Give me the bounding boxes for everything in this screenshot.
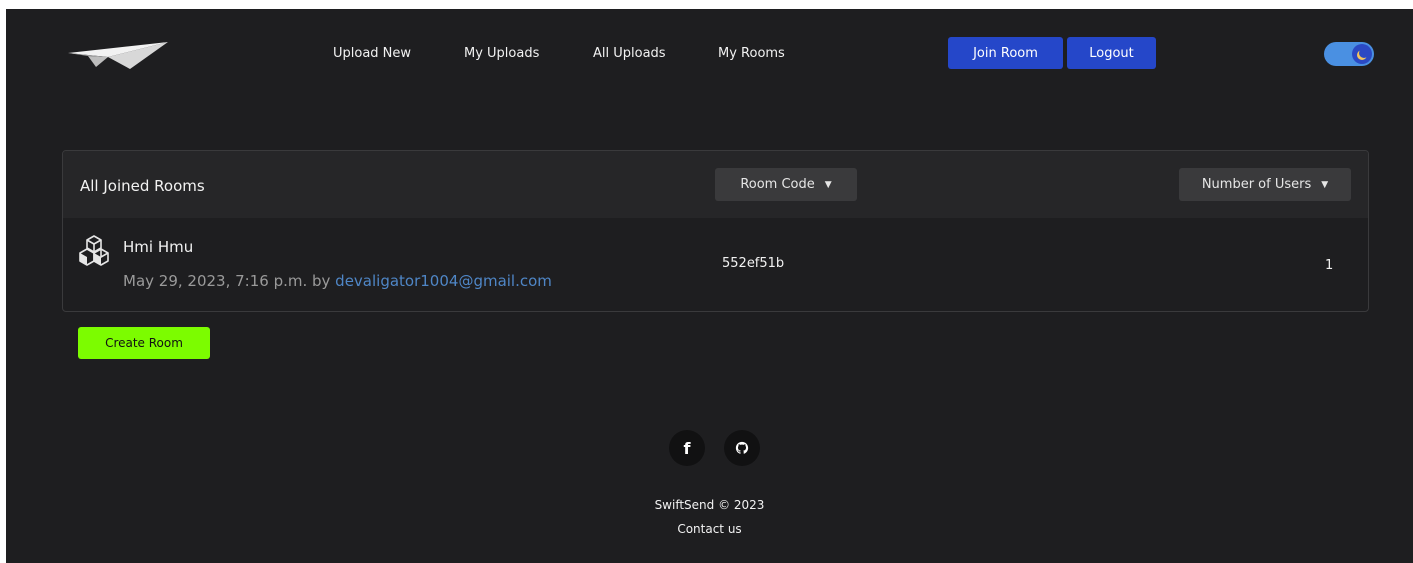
caret-down-icon: ▼ bbox=[1321, 179, 1329, 190]
nav-my-rooms[interactable]: My Rooms bbox=[718, 46, 785, 62]
rooms-table-header: All Joined Rooms Room Code ▼ Number of U… bbox=[63, 151, 1368, 218]
create-room-button[interactable]: Create Room bbox=[78, 327, 210, 359]
users-sort-label: Number of Users bbox=[1201, 177, 1312, 192]
contact-us-link[interactable]: Contact us bbox=[6, 522, 1413, 536]
room-code-sort-label: Room Code bbox=[740, 177, 815, 192]
room-date: May 29, 2023, 7:16 p.m. by bbox=[123, 272, 336, 290]
footer-copyright: SwiftSend © 2023 bbox=[654, 498, 765, 512]
toggle-knob bbox=[1352, 44, 1372, 64]
users-sort-dropdown[interactable]: Number of Users ▼ bbox=[1179, 168, 1351, 201]
github-icon bbox=[735, 441, 749, 454]
nav-all-uploads[interactable]: All Uploads bbox=[593, 46, 666, 62]
rooms-table: All Joined Rooms Room Code ▼ Number of U… bbox=[62, 150, 1369, 312]
cubes-icon bbox=[79, 235, 109, 266]
nav-my-uploads[interactable]: My Uploads bbox=[464, 46, 539, 62]
rooms-table-title: All Joined Rooms bbox=[80, 177, 205, 195]
room-owner-email-link[interactable]: devaligator1004@gmail.com bbox=[335, 272, 552, 290]
table-row[interactable]: Hmi Hmu May 29, 2023, 7:16 p.m. by deval… bbox=[63, 218, 1368, 311]
facebook-icon: f bbox=[683, 438, 691, 458]
room-code: 552ef51b bbox=[722, 256, 785, 271]
moon-icon bbox=[1359, 48, 1369, 58]
theme-toggle[interactable] bbox=[1324, 42, 1374, 66]
room-code-sort-dropdown[interactable]: Room Code ▼ bbox=[715, 168, 857, 201]
app-window: Upload New My Uploads All Uploads My Roo… bbox=[6, 9, 1413, 563]
room-user-count: 1 bbox=[1325, 258, 1334, 273]
caret-down-icon: ▼ bbox=[824, 179, 832, 190]
join-room-button[interactable]: Join Room bbox=[948, 37, 1063, 69]
room-meta: May 29, 2023, 7:16 p.m. by devaligator10… bbox=[123, 272, 552, 290]
room-name[interactable]: Hmi Hmu bbox=[123, 238, 193, 256]
nav-upload-new[interactable]: Upload New bbox=[333, 46, 411, 62]
logout-button[interactable]: Logout bbox=[1067, 37, 1156, 69]
paper-plane-logo-icon[interactable] bbox=[68, 40, 168, 70]
facebook-link[interactable]: f bbox=[669, 430, 705, 466]
github-link[interactable] bbox=[724, 430, 760, 466]
